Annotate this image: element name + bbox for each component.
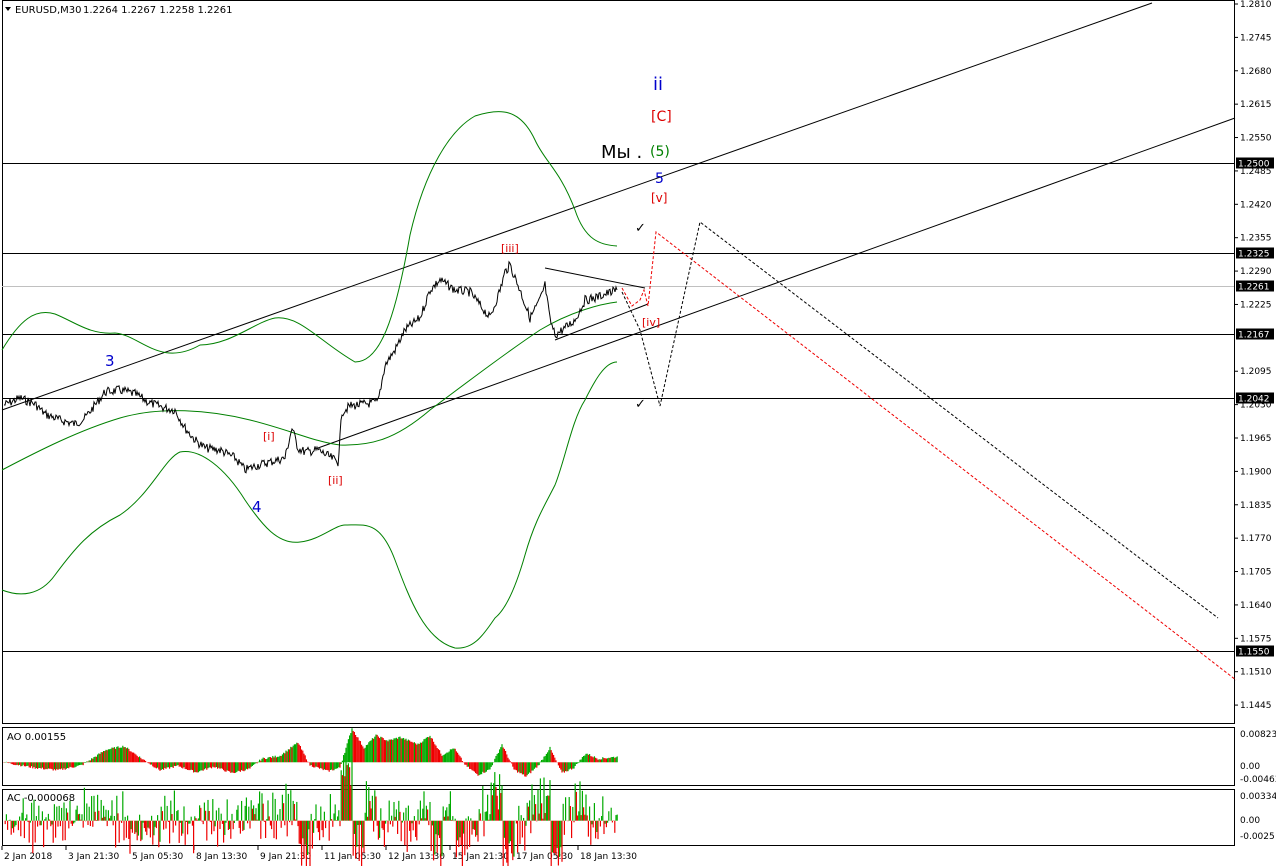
price-tick-label: 1.1900 (1240, 467, 1272, 477)
time-tick-label: 8 Jan 13:30 (196, 852, 248, 862)
wave-label: ✓ (635, 397, 646, 412)
ao-label: AO 0.00155 (7, 732, 66, 743)
price-tick-label: 1.1965 (1240, 434, 1272, 444)
support-resistance-levels (2, 163, 1234, 652)
wave-label: (5) (650, 144, 670, 160)
quote-label: 1.2264 1.2267 1.2258 1.2261 (83, 5, 233, 16)
ao-plot-frame (2, 727, 1235, 786)
time-tick-label: 5 Jan 05:30 (132, 852, 184, 862)
wave-label: ✓ (635, 221, 646, 236)
level-tag-label: 1.2325 (1238, 250, 1270, 260)
wave-label: 5 (655, 171, 664, 187)
price-tick-label: 1.1575 (1240, 634, 1272, 644)
ao-tick-label: -0.00463 (1240, 775, 1276, 785)
ao-tick-label: 0.00823 (1240, 730, 1276, 740)
time-axis: 2 Jan 2018 3 Jan 21:30 5 Jan 05:30 8 Jan 13… (1, 846, 637, 862)
wave-label: 4 (252, 498, 262, 516)
ac-label: AC -0.000068 (7, 793, 75, 804)
envelope-bands (1, 111, 618, 649)
projected-paths (621, 221, 1237, 681)
price-tick-label: 1.2680 (1240, 67, 1272, 77)
level-tag-label: 1.2167 (1238, 331, 1270, 341)
time-tick-label: 15 Jan 21:30 (452, 852, 509, 862)
price-tick-label: 1.1445 (1240, 701, 1272, 711)
symbol-label: EURUSD,M30 (15, 5, 81, 16)
ac-plot-frame (2, 789, 1235, 846)
price-tick-label: 1.1770 (1240, 534, 1272, 544)
level-tag-label: 1.1550 (1238, 648, 1270, 658)
time-tick-label: 17 Jan 05:30 (516, 852, 573, 862)
wave-label: ii (653, 74, 663, 95)
envelope-band-3 (1, 361, 618, 649)
triangle-upper-line (544, 267, 646, 289)
price-tick-label: 1.2745 (1240, 33, 1272, 43)
wave-label: [ii] (328, 474, 343, 487)
envelope-band-1 (1, 111, 618, 363)
price-line (3, 260, 618, 474)
current-price-label: 1.2261 (1238, 283, 1270, 293)
chart: ii [C] Мы . (5) 5 [v] [iii] [iv] 3 [i] [ii] 4 ✓ ✓ 1.2… (1, 0, 1276, 866)
time-tick-label: 3 Jan 21:30 (68, 852, 120, 862)
wave-label: Мы . (601, 142, 642, 163)
projected-path-black (621, 221, 1219, 619)
level-tag-label: 1.2042 (1238, 395, 1270, 405)
projected-path-red (621, 231, 1237, 681)
wave-label: [C] (651, 109, 672, 125)
envelope-band-2 (1, 301, 618, 471)
ac-tick-label: -0.0025 (1240, 832, 1275, 842)
ao-histogram (3, 728, 618, 777)
price-tick-label: 1.1705 (1240, 568, 1272, 578)
ac-tick-label: 0.003348 (1240, 792, 1276, 802)
chart-menu-triangle-icon[interactable] (5, 7, 11, 11)
price-axis: 1.28101.27451.26801.26151.25501.24851.24… (1234, 0, 1276, 842)
wave-label: [iv] (642, 316, 660, 329)
price-tick-label: 1.1640 (1240, 601, 1272, 611)
trend-channel (1, 2, 1236, 449)
price-tick-label: 1.2355 (1240, 234, 1272, 244)
price-tick-label: 1.2810 (1240, 0, 1272, 10)
wave-label: [i] (263, 430, 275, 443)
channel-upper-line (1, 2, 1153, 411)
price-tick-label: 1.2290 (1240, 267, 1272, 277)
ao-tick-label: 0.00 (1240, 762, 1260, 772)
wave-label: 3 (105, 352, 115, 370)
time-tick-label: 2 Jan 2018 (4, 852, 52, 862)
wave-label: [v] (651, 191, 667, 205)
wave-labels: ii [C] Мы . (5) 5 [v] [iii] [iv] 3 [i] [ii] 4 ✓ ✓ (105, 74, 672, 516)
wave-label: [iii] (501, 242, 519, 255)
level-tag-label: 1.2500 (1238, 160, 1270, 170)
price-tick-label: 1.2615 (1240, 100, 1272, 110)
price-tick-label: 1.1835 (1240, 501, 1272, 511)
main-plot-frame (2, 0, 1235, 724)
price-tick-label: 1.2095 (1240, 367, 1272, 377)
price-tick-label: 1.1510 (1240, 668, 1272, 678)
time-tick-label: 12 Jan 13:30 (388, 852, 445, 862)
price-tick-label: 1.2420 (1240, 200, 1272, 210)
time-tick-label: 18 Jan 13:30 (580, 852, 637, 862)
price-series (3, 260, 618, 474)
price-tick-label: 1.2550 (1240, 134, 1272, 144)
ac-tick-label: 0.00 (1240, 816, 1260, 826)
price-tick-label: 1.2225 (1240, 300, 1272, 310)
